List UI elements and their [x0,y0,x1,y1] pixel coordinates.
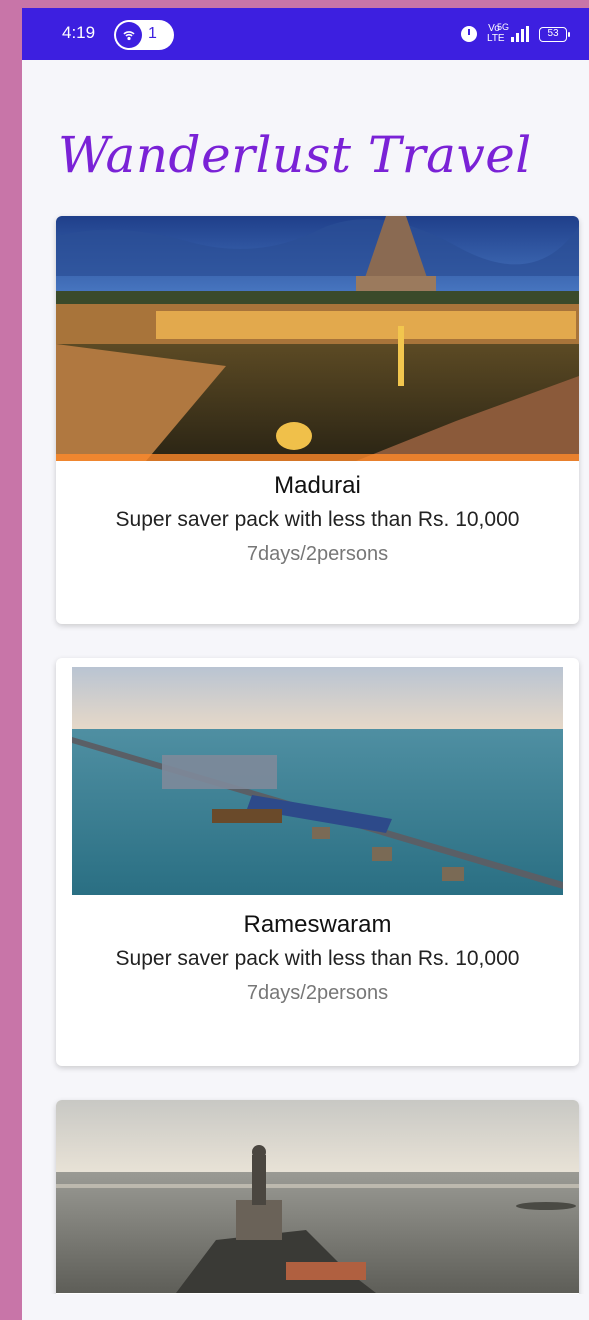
temple-image [56,216,579,461]
bridge-image [72,667,563,895]
package-duration: 7days/2persons [246,543,389,565]
phone-screen: 4:19 1 Vo LTE 5G 53 Wanderlust Travel Ma… [22,8,589,1320]
alarm-icon [461,26,477,42]
bottom-area [22,1294,589,1320]
package-card-rameswaram[interactable]: Rameswaram Super saver pack with less th… [56,658,579,1066]
package-card-madurai[interactable]: Madurai Super saver pack with less than … [56,216,579,624]
package-name: Madurai [274,472,361,499]
package-name: Rameswaram [243,911,392,938]
status-bar: 4:19 1 Vo LTE 5G 53 [22,8,589,60]
hotspot-count: 1 [148,25,157,42]
package-description: Super saver pack with less than Rs. 10,0… [115,947,520,970]
frame-border [0,0,589,8]
hotspot-indicator[interactable]: 1 [114,20,174,50]
statue-image [56,1100,579,1293]
package-duration: 7days/2persons [246,982,389,1004]
package-description: Super saver pack with less than Rs. 10,0… [115,508,520,531]
signal-icon: 5G [497,22,529,42]
status-icons: Vo LTE 5G 53 [461,22,570,46]
hotspot-icon [116,22,142,48]
app-title: Wanderlust Travel [58,126,532,184]
network-label: 5G [497,22,510,32]
package-card-3[interactable] [56,1100,579,1320]
status-time: 4:19 [62,23,96,42]
battery-icon: 53 [539,26,570,42]
